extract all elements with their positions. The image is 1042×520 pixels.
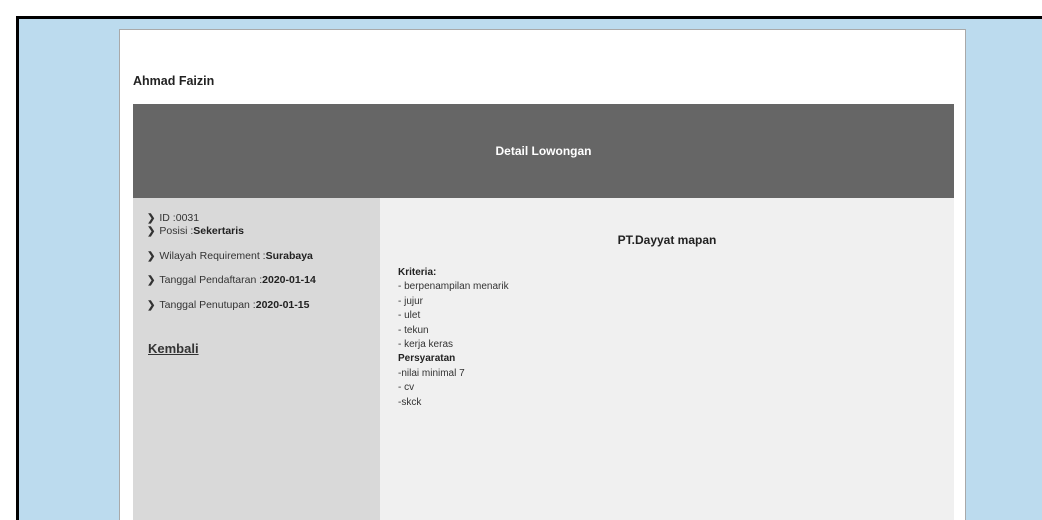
wilayah-label: Wilayah Requirement : xyxy=(159,250,266,262)
pendaftaran-value: 2020-01-14 xyxy=(262,274,316,286)
persyaratan-item: - cv xyxy=(398,382,415,394)
chevron-right-icon: ❯ xyxy=(147,251,156,262)
pendaftaran-label: Tanggal Pendaftaran : xyxy=(159,274,263,286)
kriteria-item: - jujur xyxy=(398,295,424,307)
chevron-right-icon: ❯ xyxy=(147,275,156,286)
kriteria-item: - ulet xyxy=(398,310,421,322)
kriteria-item: - tekun xyxy=(398,324,429,336)
info-id: ❯ ID :0031 xyxy=(147,212,199,224)
info-posisi: ❯ Posisi :Sekertaris xyxy=(147,225,244,237)
id-value: 0031 xyxy=(175,212,200,224)
kriteria-item: - berpenampilan menarik xyxy=(398,281,509,293)
chevron-right-icon: ❯ xyxy=(147,226,156,237)
posisi-value: Sekertaris xyxy=(193,225,245,237)
page-title: Detail Lowongan xyxy=(495,144,592,158)
back-link[interactable]: Kembali xyxy=(148,341,199,356)
chevron-right-icon: ❯ xyxy=(147,300,156,311)
sidebar xyxy=(133,198,380,520)
header-bar: Detail Lowongan xyxy=(133,104,954,198)
persyaratan-item: -nilai minimal 7 xyxy=(398,367,465,379)
company-name: PT.Dayyat mapan xyxy=(617,233,717,247)
info-tanggal-penutupan: ❯ Tanggal Penutupan :2020-01-15 xyxy=(147,299,309,311)
info-tanggal-pendaftaran: ❯ Tanggal Pendaftaran :2020-01-14 xyxy=(147,274,316,286)
id-label: ID : xyxy=(159,212,176,224)
penutupan-label: Tanggal Penutupan : xyxy=(159,299,256,311)
info-wilayah: ❯ Wilayah Requirement :Surabaya xyxy=(147,250,313,262)
posisi-label: Posisi : xyxy=(159,225,194,237)
user-name: Ahmad Faizin xyxy=(133,74,215,88)
kriteria-item: - kerja keras xyxy=(398,339,454,351)
kriteria-heading: Kriteria: xyxy=(398,267,437,278)
persyaratan-heading: Persyaratan xyxy=(398,353,456,365)
penutupan-value: 2020-01-15 xyxy=(255,299,310,311)
job-description: Kriteria: - berpenampilan menarik - juju… xyxy=(398,266,509,410)
persyaratan-item: -skck xyxy=(398,396,422,408)
chevron-right-icon: ❯ xyxy=(147,213,156,224)
wilayah-value: Surabaya xyxy=(265,250,313,262)
